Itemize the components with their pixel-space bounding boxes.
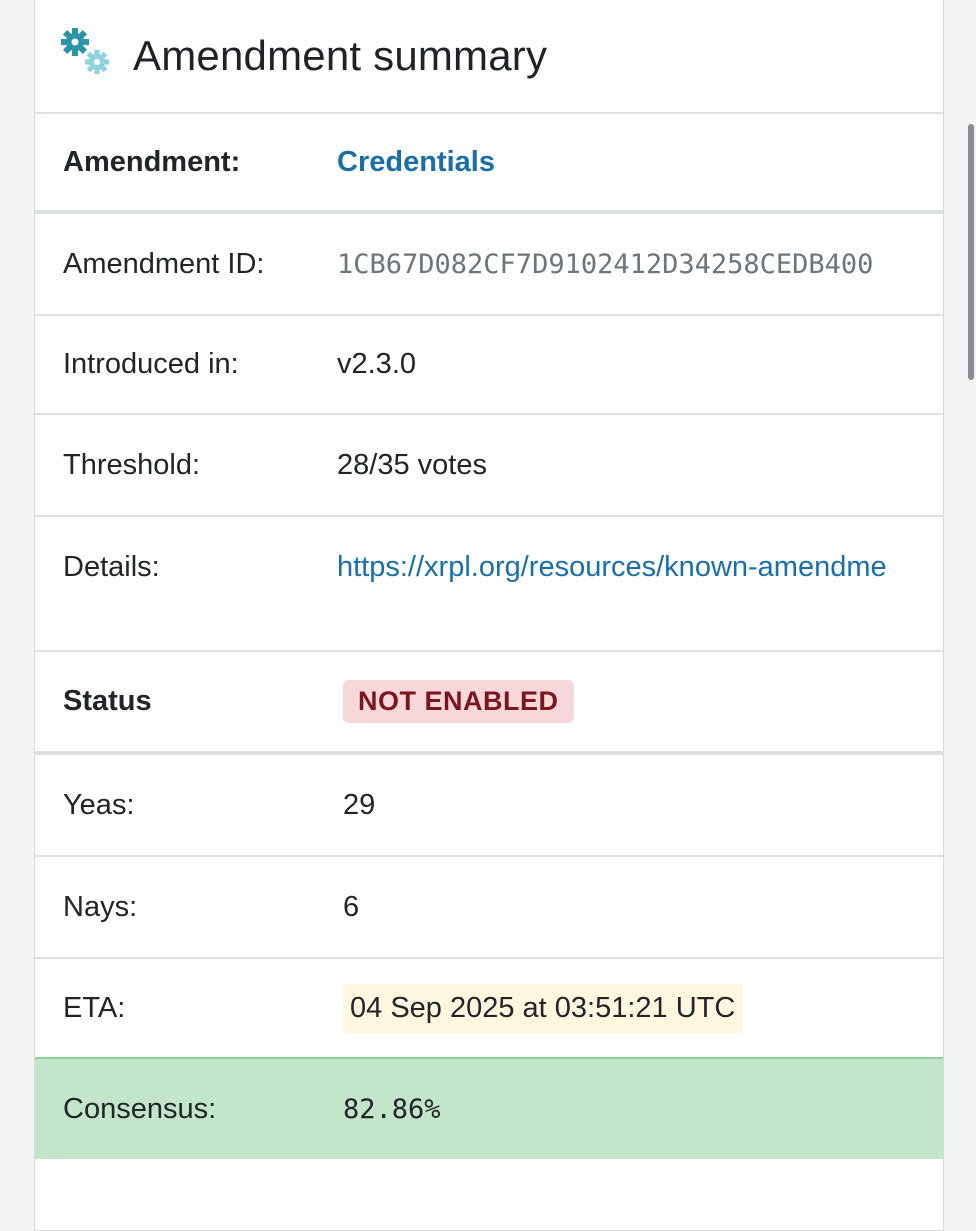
threshold-value: 28/35 votes bbox=[337, 448, 487, 481]
row-details: Details: https://xrpl.org/resources/know… bbox=[35, 517, 943, 652]
eta-label: ETA: bbox=[63, 991, 126, 1024]
row-yeas: Yeas: 29 bbox=[35, 755, 943, 857]
consensus-value: 82.86% bbox=[343, 1093, 441, 1125]
row-introduced: Introduced in: v2.3.0 bbox=[35, 316, 943, 415]
nays-label: Nays: bbox=[63, 890, 138, 923]
row-amendment-id: Amendment ID: 1CB67D082CF7D9102412D34258… bbox=[35, 214, 943, 316]
status-badge: NOT ENABLED bbox=[343, 680, 574, 723]
yeas-value: 29 bbox=[343, 788, 376, 821]
eta-value: 04 Sep 2025 at 03:51:21 UTC bbox=[343, 983, 743, 1033]
status-label: Status bbox=[63, 685, 152, 717]
row-status: Status NOT ENABLED bbox=[35, 652, 943, 755]
yeas-label: Yeas: bbox=[63, 788, 135, 821]
amendment-label: Amendment: bbox=[63, 145, 241, 178]
amendment-id-value: 1CB67D082CF7D9102412D34258CEDB400 bbox=[337, 248, 874, 280]
card-header: Amendment summary bbox=[35, 0, 943, 114]
amendment-name-link[interactable]: Credentials bbox=[337, 146, 495, 179]
consensus-label: Consensus: bbox=[63, 1092, 217, 1125]
row-nays: Nays: 6 bbox=[35, 857, 943, 959]
amendment-summary-card: Amendment summary Amendment: Credentials… bbox=[34, 0, 944, 1231]
row-amendment: Amendment: Credentials bbox=[35, 114, 943, 214]
gears-icon bbox=[57, 24, 117, 84]
page-title: Amendment summary bbox=[133, 32, 548, 79]
introduced-label: Introduced in: bbox=[63, 348, 239, 380]
details-label: Details: bbox=[63, 551, 160, 583]
row-threshold: Threshold: 28/35 votes bbox=[35, 415, 943, 517]
details-link[interactable]: https://xrpl.org/resources/known-amendme bbox=[337, 551, 887, 584]
nays-value: 6 bbox=[343, 890, 360, 923]
threshold-label: Threshold: bbox=[63, 448, 201, 481]
row-eta: ETA: 04 Sep 2025 at 03:51:21 UTC bbox=[35, 959, 943, 1057]
row-consensus: Consensus: 82.86% bbox=[35, 1057, 943, 1159]
introduced-value: v2.3.0 bbox=[337, 348, 416, 380]
vertical-scrollbar[interactable] bbox=[968, 124, 974, 380]
amendment-id-label: Amendment ID: bbox=[63, 247, 265, 280]
